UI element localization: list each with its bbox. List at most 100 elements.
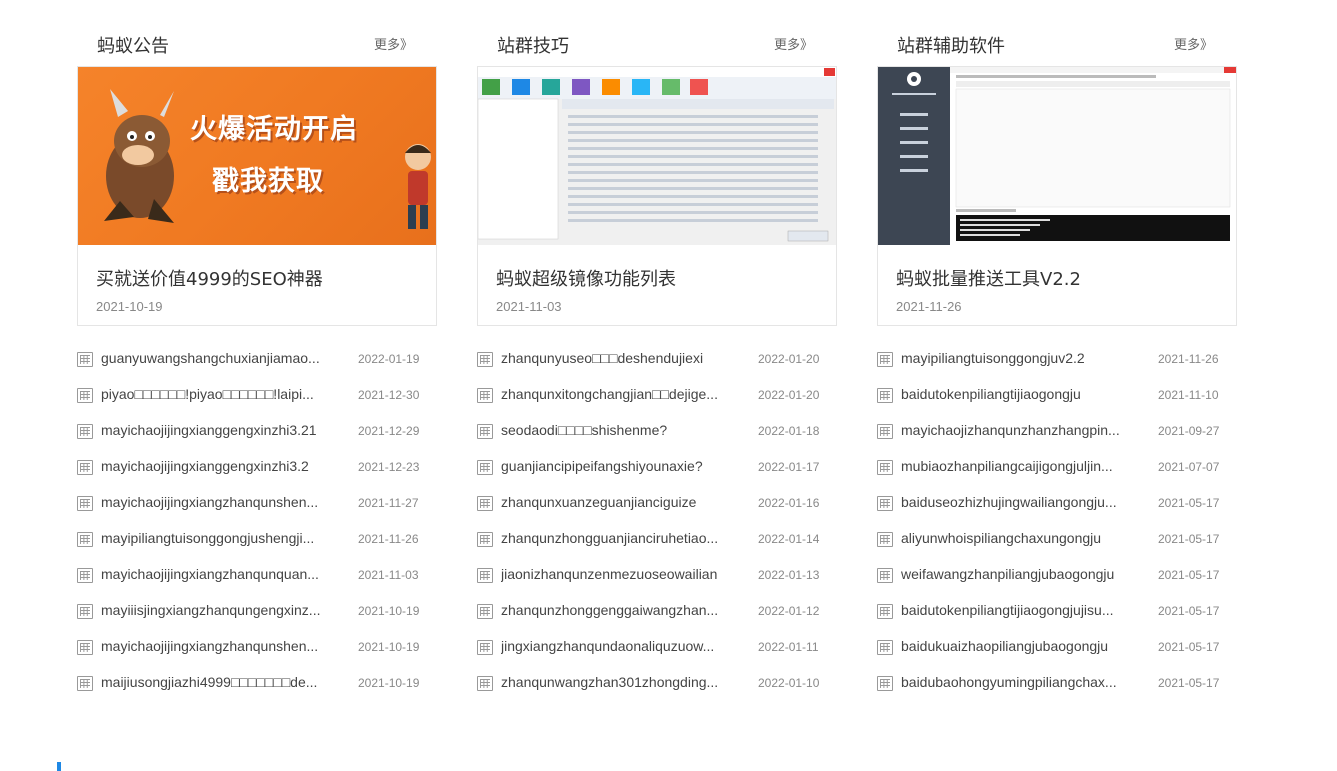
list-item-date: 2021-05-17 bbox=[1158, 568, 1220, 582]
list-item[interactable]: mayichaojizhanqunzhanzhangpin... 2021-09-… bbox=[877, 413, 1237, 449]
list-item[interactable]: mayipiliangtuisonggongjushengji... 2021-1… bbox=[77, 521, 437, 557]
list-item-date: 2021-05-17 bbox=[1158, 640, 1220, 654]
list-item[interactable]: mayichaojijingxiangzhanqunshen... 2021-11… bbox=[77, 485, 437, 521]
list-item-date: 2021-10-19 bbox=[358, 640, 420, 654]
list-item[interactable]: mayipiliangtuisonggongjuv2.2 2021-11-26 bbox=[877, 341, 1237, 377]
more-link[interactable]: 更多》 bbox=[374, 34, 413, 53]
document-icon bbox=[877, 532, 893, 547]
list-item-date: 2022-01-10 bbox=[758, 676, 820, 690]
document-icon bbox=[477, 352, 493, 367]
more-link[interactable]: 更多》 bbox=[774, 34, 813, 53]
list-item[interactable]: mayichaojijingxianggengxinzhi3.21 2021-12… bbox=[77, 413, 437, 449]
list-item[interactable]: jiaonizhanqunzenmezuoseowailian 2022-01-1… bbox=[477, 557, 837, 593]
featured-card[interactable]: 蚂蚁批量推送工具V2.2 2021-11-26 bbox=[877, 66, 1237, 326]
featured-card[interactable]: 火爆活动开启 戳我获取 买就送价值4999的SEO神器 2021-10-19 bbox=[77, 66, 437, 326]
list-item[interactable]: baiduseozhizhujingwailiangongju... 2021-0… bbox=[877, 485, 1237, 521]
list-item-title: baiduseozhizhujingwailiangongju... bbox=[901, 494, 1117, 510]
column-title: 蚂蚁公告 bbox=[97, 36, 169, 57]
list-item-date: 2021-05-17 bbox=[1158, 532, 1220, 546]
document-icon bbox=[877, 604, 893, 619]
document-icon bbox=[77, 352, 93, 367]
list-item-date: 2021-11-26 bbox=[358, 532, 419, 546]
list-item[interactable]: maijiusongjiazhi4999□□□□□□□de... 2021-10-… bbox=[77, 665, 437, 701]
list-item-date: 2022-01-19 bbox=[358, 352, 420, 366]
column-title: 站群辅助软件 bbox=[897, 36, 1005, 57]
document-icon bbox=[877, 568, 893, 583]
document-icon bbox=[877, 424, 893, 439]
list-item-title: zhanqunxuanzeguanjianciguize bbox=[501, 494, 697, 510]
software-screenshot-image bbox=[478, 67, 836, 242]
list-item[interactable]: mayichaojijingxianggengxinzhi3.2 2021-12-… bbox=[77, 449, 437, 485]
featured-date: 2021-11-03 bbox=[496, 299, 562, 314]
list-item-date: 2021-12-29 bbox=[358, 424, 420, 438]
featured-title: 买就送价值4999的SEO神器 bbox=[96, 269, 323, 290]
list-item[interactable]: zhanqunyuseo□□□deshendujiexi 2022-01-20 bbox=[477, 341, 837, 377]
list-item-title: zhanqunyuseo□□□deshendujiexi bbox=[501, 350, 704, 366]
list-item-title: mayichaojijingxiangzhanqunquan... bbox=[101, 566, 319, 582]
list-item[interactable]: mubiaozhanpiliangcaijigongjuljin... 2021-… bbox=[877, 449, 1237, 485]
list-item[interactable]: baidutokenpiliangtijiaogongjujisu... 2021… bbox=[877, 593, 1237, 629]
list-item-date: 2021-12-30 bbox=[358, 388, 420, 402]
featured-card[interactable]: 蚂蚁超级镜像功能列表 2021-11-03 bbox=[477, 66, 837, 326]
list-item[interactable]: guanjiancipipeifangshiyounaxie? 2022-01-1… bbox=[477, 449, 837, 485]
list-item[interactable]: jingxiangzhanqundaonaliquzuow... 2022-01-… bbox=[477, 629, 837, 665]
column-header: 蚂蚁公告 更多》 bbox=[77, 28, 437, 58]
list-item[interactable]: zhanqunzhonggenggaiwangzhan... 2022-01-12 bbox=[477, 593, 837, 629]
list-item[interactable]: zhanqunwangzhan301zhongding... 2022-01-10 bbox=[477, 665, 837, 701]
list-item-title: mayichaojijingxiangzhanqunshen... bbox=[101, 638, 319, 654]
list-item-date: 2021-09-27 bbox=[1158, 424, 1220, 438]
featured-date: 2021-11-26 bbox=[896, 299, 962, 314]
featured-title: 蚂蚁超级镜像功能列表 bbox=[496, 269, 676, 290]
list-item[interactable]: piyao□□□□□□!piyao□□□□□□!laipi... 2021-12-… bbox=[77, 377, 437, 413]
list-item-date: 2021-10-19 bbox=[358, 676, 420, 690]
list-item-date: 2021-11-26 bbox=[1158, 352, 1219, 366]
list-item-date: 2021-05-17 bbox=[1158, 604, 1220, 618]
list-item-date: 2021-05-17 bbox=[1158, 676, 1220, 690]
document-icon bbox=[477, 496, 493, 511]
list-item-title: baidutokenpiliangtijiaogongjujisu... bbox=[901, 602, 1114, 618]
list-item[interactable]: seodaodi□□□□shishenme? 2022-01-18 bbox=[477, 413, 837, 449]
list-item-title: zhanqunzhongguanjianciruhetiao... bbox=[501, 530, 719, 546]
list-item-date: 2022-01-11 bbox=[758, 640, 819, 654]
list-item-date: 2022-01-16 bbox=[758, 496, 820, 510]
document-icon bbox=[77, 532, 93, 547]
list-item[interactable]: mayiiisjingxiangzhanqungengxinz... 2021-1… bbox=[77, 593, 437, 629]
list-item[interactable]: zhanqunxitongchangjian□□dejige... 2022-01… bbox=[477, 377, 837, 413]
list-item-title: jingxiangzhanqundaonaliquzuow... bbox=[501, 638, 715, 654]
list-item-title: mayichaojijingxianggengxinzhi3.2 bbox=[101, 458, 309, 474]
document-icon bbox=[477, 532, 493, 547]
list-item-title: baidutokenpiliangtijiaogongju bbox=[901, 386, 1081, 402]
mascot-illustration bbox=[104, 89, 174, 223]
list-item-date: 2021-05-17 bbox=[1158, 496, 1220, 510]
list-item-date: 2022-01-20 bbox=[758, 352, 820, 366]
list-item[interactable]: aliyunwhoispiliangchaxungongju 2021-05-17 bbox=[877, 521, 1237, 557]
more-link[interactable]: 更多》 bbox=[1174, 34, 1213, 53]
list-item[interactable]: weifawangzhanpiliangjubaogongju 2021-05-1… bbox=[877, 557, 1237, 593]
list-item-date: 2022-01-17 bbox=[758, 460, 820, 474]
list-item[interactable]: baidubaohongyumingpiliangchax... 2021-05-… bbox=[877, 665, 1237, 701]
list-item[interactable]: zhanqunzhongguanjianciruhetiao... 2022-01… bbox=[477, 521, 837, 557]
article-list: guanyuwangshangchuxianjiamao... 2022-01-1… bbox=[77, 341, 437, 701]
list-item-title: mayipiliangtuisonggongjushengji... bbox=[101, 530, 315, 546]
document-icon bbox=[477, 604, 493, 619]
list-item[interactable]: guanyuwangshangchuxianjiamao... 2022-01-1… bbox=[77, 341, 437, 377]
featured-date: 2021-10-19 bbox=[96, 299, 163, 314]
list-item[interactable]: mayichaojijingxiangzhanqunshen... 2021-10… bbox=[77, 629, 437, 665]
list-item[interactable]: mayichaojijingxiangzhanqunquan... 2021-11… bbox=[77, 557, 437, 593]
list-item-date: 2021-11-10 bbox=[1158, 388, 1219, 402]
list-item[interactable]: zhanqunxuanzeguanjianciguize 2022-01-16 bbox=[477, 485, 837, 521]
list-item[interactable]: baidutokenpiliangtijiaogongju 2021-11-10 bbox=[877, 377, 1237, 413]
list-item-date: 2022-01-14 bbox=[758, 532, 820, 546]
column-header: 站群辅助软件 更多》 bbox=[877, 28, 1237, 58]
document-icon bbox=[877, 352, 893, 367]
document-icon bbox=[477, 460, 493, 475]
list-item-date: 2021-07-07 bbox=[1158, 460, 1220, 474]
list-item-title: baidukuaizhaopiliangjubaogongju bbox=[901, 638, 1109, 654]
article-list: mayipiliangtuisonggongjuv2.2 2021-11-26 b… bbox=[877, 341, 1237, 701]
list-item-title: guanjiancipipeifangshiyounaxie? bbox=[501, 458, 703, 474]
list-item[interactable]: baidukuaizhaopiliangjubaogongju 2021-05-1… bbox=[877, 629, 1237, 665]
document-icon bbox=[77, 424, 93, 439]
document-icon bbox=[77, 568, 93, 583]
list-item-date: 2022-01-20 bbox=[758, 388, 820, 402]
document-icon bbox=[877, 460, 893, 475]
